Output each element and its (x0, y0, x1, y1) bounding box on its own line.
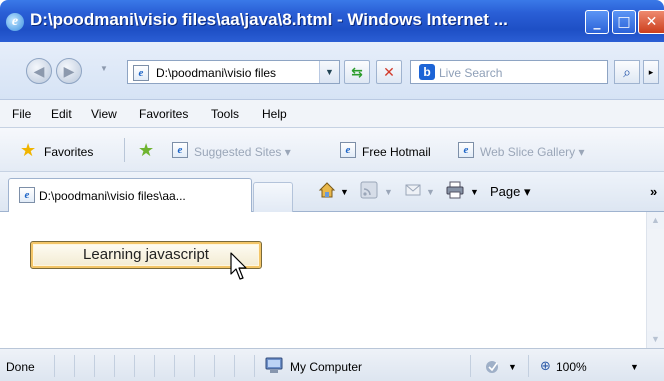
favorites-bar: ★ Favorites ★ e Suggested Sites ▾ e Free… (0, 128, 664, 172)
forward-button[interactable]: ▶ (56, 58, 82, 84)
status-divider (134, 355, 135, 377)
new-tab-button[interactable] (253, 182, 293, 212)
mouse-cursor-icon (230, 252, 247, 280)
close-button[interactable]: ✕ (638, 10, 664, 34)
menu-file[interactable]: File (12, 107, 31, 121)
print-icon[interactable] (446, 181, 464, 199)
tab-label: D:\poodmani\visio files\aa... (39, 189, 186, 203)
status-divider (154, 355, 155, 377)
menu-tools[interactable]: Tools (211, 107, 239, 121)
add-favorites-icon[interactable]: ★ (138, 141, 154, 159)
minimize-button[interactable]: _ (585, 10, 609, 34)
computer-icon (265, 357, 283, 373)
menu-favorites[interactable]: Favorites (139, 107, 188, 121)
status-divider (114, 355, 115, 377)
window-title: D:\poodmani\visio files\aa\java\8.html -… (30, 10, 508, 29)
status-divider (528, 355, 529, 377)
status-divider (470, 355, 471, 377)
bing-icon: b (419, 64, 435, 80)
suggested-sites-link[interactable]: Suggested Sites ▾ (194, 145, 291, 159)
search-input[interactable]: Live Search (439, 66, 502, 80)
protected-mode-icon[interactable] (484, 359, 502, 375)
back-button[interactable]: ◀ (26, 58, 52, 84)
status-divider (54, 355, 55, 377)
menu-help[interactable]: Help (262, 107, 287, 121)
zone-dropdown-icon[interactable]: ▼ (508, 362, 517, 372)
security-zone: My Computer (290, 360, 363, 374)
search-button[interactable]: ⌕ (614, 60, 640, 84)
tab-page-icon: e (19, 187, 35, 203)
status-divider (254, 355, 255, 377)
mail-icon[interactable] (404, 181, 422, 199)
title-bar: e D:\poodmani\visio files\aa\java\8.html… (0, 0, 664, 42)
status-divider (94, 355, 95, 377)
mail-dropdown-icon[interactable]: ▼ (426, 187, 435, 197)
status-text: Done (6, 360, 35, 374)
refresh-button[interactable]: ⇆ (344, 60, 370, 84)
page-menu[interactable]: Page ▾ (490, 184, 531, 200)
suggested-sites-icon: e (172, 142, 188, 158)
menu-view[interactable]: View (91, 107, 117, 121)
address-dropdown-button[interactable]: ▼ (319, 61, 339, 83)
status-divider (194, 355, 195, 377)
tab-row: e D:\poodmani\visio files\aa... ▼ ▼ ▼ ▼ … (0, 172, 664, 212)
vertical-scrollbar[interactable]: ▲ ▼ (646, 212, 664, 348)
web-slice-gallery-link[interactable]: Web Slice Gallery ▾ (480, 145, 585, 159)
divider (124, 138, 125, 162)
web-slice-icon: e (458, 142, 474, 158)
feeds-dropdown-icon[interactable]: ▼ (384, 187, 393, 197)
menu-edit[interactable]: Edit (51, 107, 72, 121)
zoom-icon[interactable]: ⊕ (540, 358, 551, 374)
hotmail-icon: e (340, 142, 356, 158)
page-content: Learning javascript (0, 212, 646, 348)
search-options-button[interactable]: ▸ (643, 60, 659, 84)
feeds-icon[interactable] (360, 181, 378, 199)
home-dropdown-icon[interactable]: ▼ (340, 187, 349, 197)
zoom-level[interactable]: 100% (556, 360, 587, 374)
search-box[interactable]: b Live Search (410, 60, 608, 84)
scroll-up-button[interactable]: ▲ (647, 212, 664, 229)
address-bar[interactable]: e D:\poodmani\visio files ▼ (127, 60, 340, 84)
status-divider (214, 355, 215, 377)
menu-bar: File Edit View Favorites Tools Help (0, 100, 664, 128)
status-divider (74, 355, 75, 377)
free-hotmail-link[interactable]: Free Hotmail (362, 145, 431, 159)
scroll-down-button[interactable]: ▼ (647, 331, 664, 348)
status-divider (174, 355, 175, 377)
tab-active[interactable]: e D:\poodmani\visio files\aa... (8, 178, 252, 212)
zoom-dropdown-icon[interactable]: ▼ (630, 362, 639, 372)
home-icon[interactable] (318, 181, 336, 199)
page-icon: e (133, 65, 149, 81)
maximize-button[interactable]: □ (612, 10, 636, 34)
status-bar: Done My Computer ▼ ⊕ 100% ▼ (0, 348, 664, 381)
address-bar-row: ◀ ▶ ▼ e D:\poodmani\visio files ▼ ⇆ ✕ b … (0, 42, 664, 100)
recent-pages-dropdown-icon[interactable]: ▼ (100, 64, 108, 73)
status-divider (234, 355, 235, 377)
favorites-button[interactable]: Favorites (44, 145, 93, 159)
address-input[interactable]: D:\poodmani\visio files (156, 66, 316, 80)
print-dropdown-icon[interactable]: ▼ (470, 187, 479, 197)
ie-icon: e (6, 13, 24, 31)
toolbar-overflow-button[interactable]: » (650, 184, 657, 199)
learning-javascript-button[interactable]: Learning javascript (30, 241, 262, 269)
stop-button[interactable]: ✕ (376, 60, 402, 84)
favorites-star-icon: ★ (20, 140, 37, 160)
